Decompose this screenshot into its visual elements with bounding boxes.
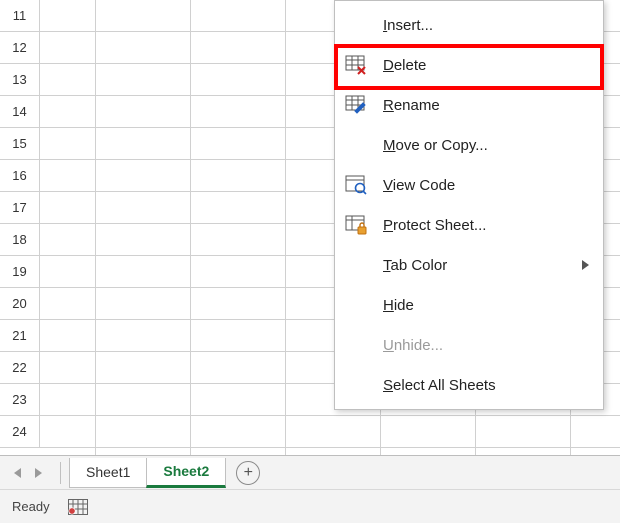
protect-sheet-icon — [345, 215, 383, 235]
row-headers: 1112131415161718192021222324 — [0, 0, 40, 455]
sheet-tabs-bar: Sheet1 Sheet2 + — [0, 455, 620, 489]
row-header[interactable]: 13 — [0, 64, 40, 96]
row-header[interactable]: 24 — [0, 416, 40, 448]
tab-nav — [0, 468, 60, 478]
cell-row[interactable] — [40, 416, 620, 448]
row-header[interactable]: 21 — [0, 320, 40, 352]
plus-icon: + — [244, 465, 253, 481]
menu-label: View Code — [383, 177, 589, 194]
menu-label: Unhide... — [383, 337, 589, 354]
menu-label: Rename — [383, 97, 589, 114]
row-header[interactable]: 20 — [0, 288, 40, 320]
tab-next-icon[interactable] — [35, 468, 42, 478]
row-header[interactable]: 23 — [0, 384, 40, 416]
add-sheet-button[interactable]: + — [236, 461, 260, 485]
tab-divider — [60, 462, 61, 484]
sheet-tab-label: Sheet2 — [163, 463, 209, 479]
chevron-right-icon — [582, 260, 589, 270]
menu-rename[interactable]: Rename — [335, 85, 603, 125]
menu-insert[interactable]: Insert... — [335, 5, 603, 45]
menu-hide[interactable]: Hide — [335, 285, 603, 325]
row-header[interactable]: 19 — [0, 256, 40, 288]
sheet-tab-sheet1[interactable]: Sheet1 — [69, 458, 147, 488]
rename-sheet-icon — [345, 95, 383, 115]
view-code-icon — [345, 175, 383, 195]
row-header[interactable]: 14 — [0, 96, 40, 128]
row-header[interactable]: 15 — [0, 128, 40, 160]
sheet-tab-label: Sheet1 — [86, 464, 130, 480]
menu-label: Insert... — [383, 17, 589, 34]
menu-label: Select All Sheets — [383, 377, 589, 394]
row-header[interactable]: 22 — [0, 352, 40, 384]
menu-protect-sheet[interactable]: Protect Sheet... — [335, 205, 603, 245]
menu-label: Delete — [383, 57, 589, 74]
menu-label: Tab Color — [383, 257, 582, 274]
macro-record-icon[interactable] — [68, 499, 88, 515]
menu-label: Protect Sheet... — [383, 217, 589, 234]
row-header[interactable]: 12 — [0, 32, 40, 64]
status-bar: Ready — [0, 489, 620, 523]
delete-sheet-icon — [345, 55, 383, 75]
status-ready: Ready — [12, 499, 50, 514]
menu-unhide: Unhide... — [335, 325, 603, 365]
row-header[interactable]: 18 — [0, 224, 40, 256]
tab-prev-icon[interactable] — [14, 468, 21, 478]
row-header[interactable]: 11 — [0, 0, 40, 32]
row-header[interactable]: 17 — [0, 192, 40, 224]
menu-label: Move or Copy... — [383, 137, 589, 154]
menu-move-or-copy[interactable]: Move or Copy... — [335, 125, 603, 165]
row-header[interactable]: 16 — [0, 160, 40, 192]
menu-select-all-sheets[interactable]: Select All Sheets — [335, 365, 603, 405]
menu-view-code[interactable]: View Code — [335, 165, 603, 205]
sheet-context-menu: Insert... Delete — [334, 0, 604, 410]
menu-label: Hide — [383, 297, 589, 314]
menu-tab-color[interactable]: Tab Color — [335, 245, 603, 285]
menu-delete[interactable]: Delete — [335, 45, 603, 85]
sheet-tab-sheet2[interactable]: Sheet2 — [146, 458, 226, 488]
